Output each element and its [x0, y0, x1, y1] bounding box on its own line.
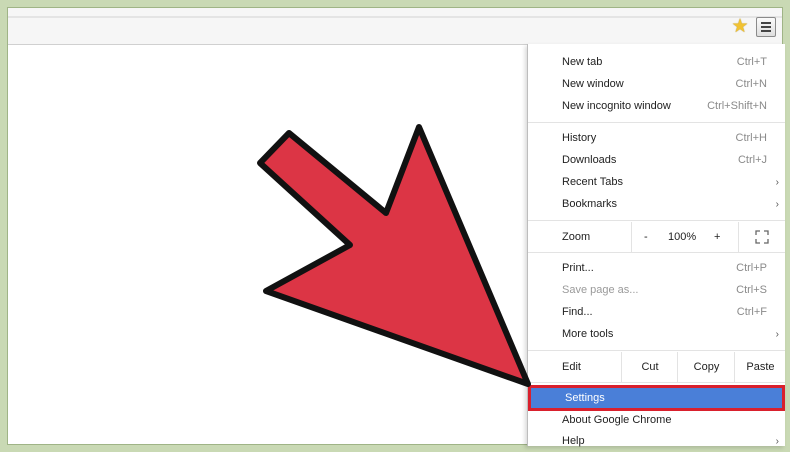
red-pointer-arrow	[257, 124, 531, 387]
